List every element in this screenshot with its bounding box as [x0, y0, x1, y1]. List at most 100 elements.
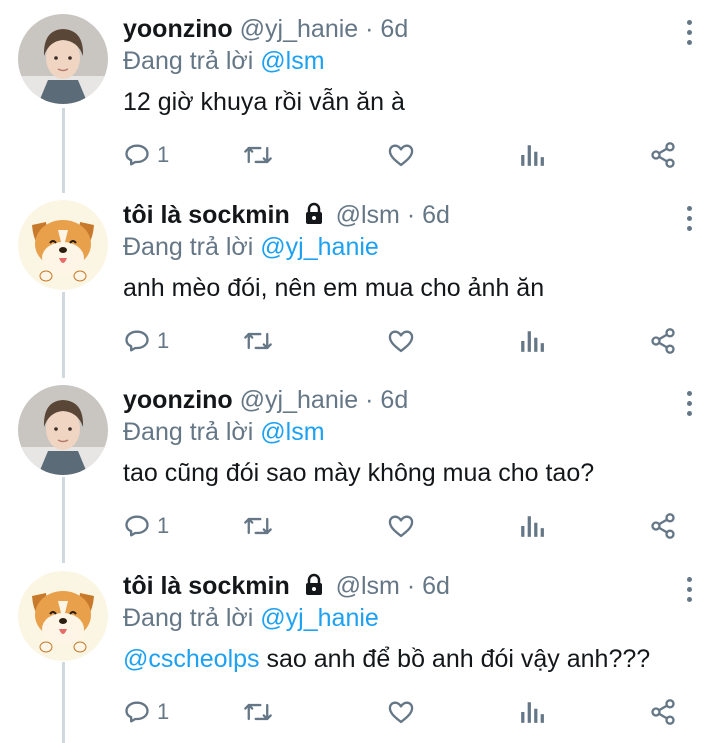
reply-count: 1 [157, 328, 170, 353]
replying-to: Đang trả lời @yj_hanie [123, 602, 379, 634]
share-button[interactable] [649, 695, 677, 729]
avatar[interactable] [18, 200, 108, 290]
like-icon [388, 701, 414, 724]
analytics-button[interactable] [519, 138, 545, 172]
like-button[interactable] [387, 324, 415, 358]
analytics-icon [521, 331, 544, 352]
share-button[interactable] [649, 138, 677, 172]
like-icon [388, 144, 414, 167]
tweet-header: tôi là sockmin @lsm · 6d [123, 199, 450, 231]
reply-count: 1 [157, 699, 170, 724]
separator-dot: · [365, 15, 374, 43]
more-icon[interactable] [684, 389, 694, 419]
replying-to: Đang trả lời @lsm [123, 416, 325, 448]
tweet-actions: 1 [123, 509, 683, 545]
tweet-text: 12 giờ khuya rồi vẫn ăn à [123, 86, 405, 118]
like-button[interactable] [387, 509, 415, 543]
analytics-icon [521, 516, 544, 537]
display-name[interactable]: tôi là sockmin [123, 201, 290, 229]
retweet-icon [244, 146, 272, 164]
timestamp[interactable]: 6d [422, 201, 450, 229]
replying-to-label: Đang trả lời [123, 233, 254, 261]
tweet-text: @cscheolps sao anh để bồ anh đói vậy anh… [123, 643, 650, 675]
text-mention[interactable]: @cscheolps [123, 645, 260, 673]
timestamp[interactable]: 6d [422, 572, 450, 600]
replying-to-label: Đang trả lời [123, 604, 254, 632]
tweet-actions: 1 [123, 324, 683, 360]
reply-count: 1 [157, 513, 170, 538]
display-name[interactable]: yoonzino [123, 15, 233, 43]
separator-dot: · [406, 572, 416, 600]
retweet-icon [244, 332, 272, 350]
retweet-button[interactable] [243, 138, 273, 172]
reply-icon [125, 515, 149, 537]
timestamp[interactable]: 6d [380, 386, 408, 414]
tweet-text: anh mèo đói, nên em mua cho ảnh ăn [123, 272, 544, 304]
avatar[interactable] [18, 571, 108, 661]
share-icon [651, 513, 675, 539]
tweet-header: tôi là sockmin @lsm · 6d [123, 570, 450, 602]
separator-dot: · [406, 201, 416, 229]
reply-icon [125, 701, 149, 723]
analytics-button[interactable] [519, 324, 545, 358]
share-icon [651, 142, 675, 168]
user-handle[interactable]: @yj_hanie [240, 15, 359, 43]
reply-icon [125, 144, 149, 166]
timestamp[interactable]: 6d [380, 15, 408, 43]
display-name[interactable]: tôi là sockmin [123, 572, 290, 600]
replying-to: Đang trả lời @lsm [123, 45, 325, 77]
tweet-header: yoonzino @yj_hanie · 6d [123, 384, 408, 416]
tweet[interactable]: yoonzino @yj_hanie · 6d Đang trả lời @ls… [0, 0, 720, 185]
tweet-body: tao cũng đói sao mày không mua cho tao? [123, 459, 595, 487]
reply-button[interactable]: 1 [123, 695, 169, 729]
avatar[interactable] [18, 385, 108, 475]
like-button[interactable] [387, 695, 415, 729]
reply-button[interactable]: 1 [123, 138, 169, 172]
like-icon [388, 515, 414, 538]
tweet-body: anh mèo đói, nên em mua cho ảnh ăn [123, 274, 545, 302]
replying-to-mention[interactable]: @yj_hanie [260, 604, 379, 632]
reply-button[interactable]: 1 [123, 509, 169, 543]
reply-icon [125, 330, 149, 352]
analytics-icon [521, 702, 544, 723]
tweet[interactable]: tôi là sockmin @lsm · 6d Đang trả lời @y… [0, 557, 720, 742]
replying-to-label: Đang trả lời [123, 418, 254, 446]
tweet[interactable]: yoonzino @yj_hanie · 6d Đang trả lời @ls… [0, 371, 720, 556]
tweet-text: tao cũng đói sao mày không mua cho tao? [123, 457, 594, 489]
more-icon[interactable] [684, 575, 694, 605]
more-icon[interactable] [684, 204, 694, 234]
replying-to: Đang trả lời @yj_hanie [123, 231, 379, 263]
share-icon [651, 328, 675, 354]
tweet-body: 12 giờ khuya rồi vẫn ăn à [123, 88, 405, 116]
reply-count: 1 [157, 142, 170, 167]
share-button[interactable] [649, 324, 677, 358]
user-handle[interactable]: @yj_hanie [240, 386, 359, 414]
tweet-actions: 1 [123, 695, 683, 731]
analytics-icon [521, 145, 544, 166]
more-icon[interactable] [684, 18, 694, 48]
retweet-button[interactable] [243, 695, 273, 729]
replying-to-mention[interactable]: @lsm [260, 47, 324, 75]
lock-icon [305, 573, 322, 595]
share-button[interactable] [649, 509, 677, 543]
retweet-icon [244, 517, 272, 535]
analytics-button[interactable] [519, 509, 545, 543]
lock-icon [305, 202, 322, 224]
user-handle[interactable]: @lsm [336, 201, 400, 229]
retweet-button[interactable] [243, 324, 273, 358]
replying-to-label: Đang trả lời [123, 47, 254, 75]
tweet[interactable]: tôi là sockmin @lsm · 6d Đang trả lời @y… [0, 186, 720, 371]
tweet-actions: 1 [123, 138, 683, 174]
tweet-header: yoonzino @yj_hanie · 6d [123, 13, 408, 45]
user-handle[interactable]: @lsm [336, 572, 400, 600]
reply-button[interactable]: 1 [123, 324, 169, 358]
retweet-button[interactable] [243, 509, 273, 543]
replying-to-mention[interactable]: @yj_hanie [260, 233, 379, 261]
analytics-button[interactable] [519, 695, 545, 729]
like-button[interactable] [387, 138, 415, 172]
like-icon [388, 330, 414, 353]
replying-to-mention[interactable]: @lsm [260, 418, 324, 446]
avatar[interactable] [18, 14, 108, 104]
separator-dot: · [365, 386, 374, 414]
display-name[interactable]: yoonzino [123, 386, 233, 414]
